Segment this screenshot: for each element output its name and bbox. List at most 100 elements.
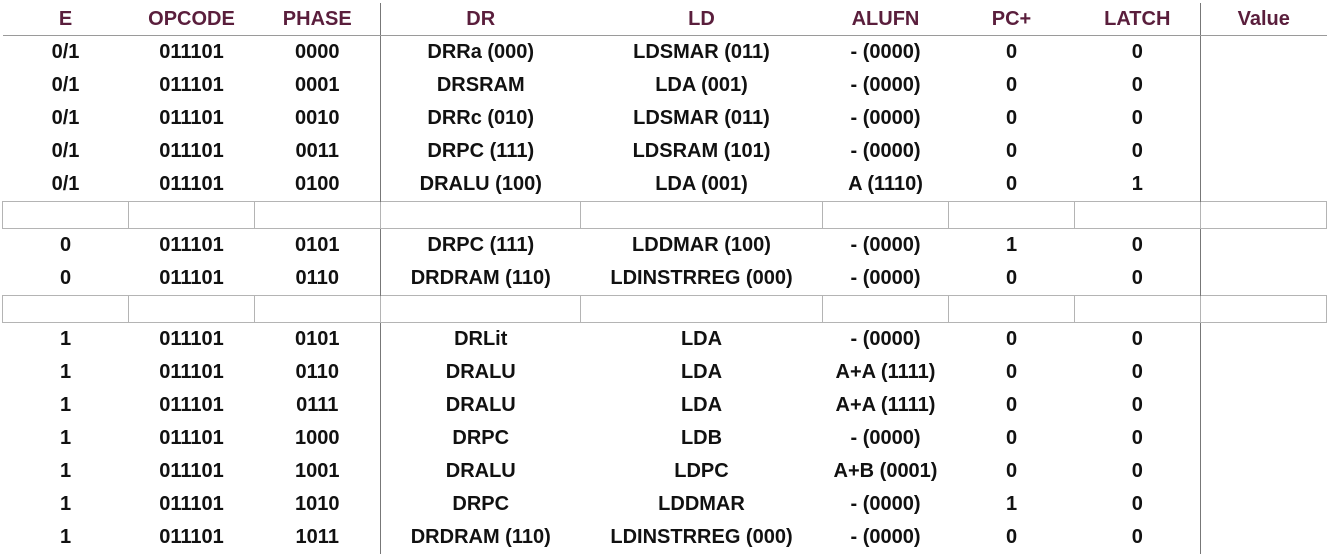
cell-value [1201, 356, 1327, 389]
cell-phase: 0101 [255, 323, 381, 357]
cell-phase: 0110 [255, 262, 381, 296]
cell-dr: DRRc (010) [381, 102, 581, 135]
cell-opcode: 011101 [129, 323, 255, 357]
cell-ld: LDA (001) [581, 168, 823, 202]
cell-alufn: - (0000) [823, 69, 949, 102]
cell-value [1201, 262, 1327, 296]
cell-opcode: 011101 [129, 262, 255, 296]
cell-phase: 0001 [255, 69, 381, 102]
cell-phase: 0100 [255, 168, 381, 202]
cell-value [1201, 422, 1327, 455]
cell-alufn: A (1110) [823, 168, 949, 202]
cell-value [1201, 229, 1327, 263]
cell-phase: 0110 [255, 356, 381, 389]
cell-alufn: - (0000) [823, 323, 949, 357]
cell-dr: DRDRAM (110) [381, 521, 581, 554]
cell-alufn: A+B (0001) [823, 455, 949, 488]
cell-opcode: 011101 [129, 69, 255, 102]
separator-cell [1075, 296, 1201, 323]
cell-alufn: - (0000) [823, 521, 949, 554]
header-latch: LATCH [1075, 3, 1201, 36]
cell-value [1201, 389, 1327, 422]
separator-cell [1075, 202, 1201, 229]
cell-ld: LDDMAR [581, 488, 823, 521]
cell-alufn: A+A (1111) [823, 356, 949, 389]
microcode-table: E OPCODE PHASE DR LD ALUFN PC+ LATCH Val… [2, 3, 1327, 554]
cell-ld: LDA [581, 323, 823, 357]
cell-e: 0 [3, 262, 129, 296]
cell-value [1201, 488, 1327, 521]
cell-ld: LDA [581, 389, 823, 422]
cell-latch: 0 [1075, 229, 1201, 263]
table-row: 10111011011DRDRAM (110)LDINSTRREG (000)-… [3, 521, 1327, 554]
cell-ld: LDINSTRREG (000) [581, 262, 823, 296]
cell-dr: DRPC (111) [381, 229, 581, 263]
cell-ld: LDSMAR (011) [581, 102, 823, 135]
table-row: 0/10111010011DRPC (111)LDSRAM (101)- (00… [3, 135, 1327, 168]
cell-alufn: - (0000) [823, 488, 949, 521]
table-row: 10111011010DRPCLDDMAR- (0000)10 [3, 488, 1327, 521]
header-dr: DR [381, 3, 581, 36]
cell-latch: 0 [1075, 488, 1201, 521]
cell-latch: 0 [1075, 521, 1201, 554]
cell-ld: LDA [581, 356, 823, 389]
cell-phase: 0111 [255, 389, 381, 422]
cell-alufn: A+A (1111) [823, 389, 949, 422]
cell-dr: DRALU [381, 389, 581, 422]
cell-value [1201, 521, 1327, 554]
cell-pc-plus: 0 [949, 36, 1075, 70]
cell-pc-plus: 0 [949, 455, 1075, 488]
cell-value [1201, 36, 1327, 70]
cell-phase: 0101 [255, 229, 381, 263]
separator-cell [949, 296, 1075, 323]
separator-cell [3, 202, 129, 229]
cell-latch: 0 [1075, 323, 1201, 357]
cell-latch: 0 [1075, 36, 1201, 70]
cell-value [1201, 455, 1327, 488]
header-ld: LD [581, 3, 823, 36]
cell-ld: LDPC [581, 455, 823, 488]
header-phase: PHASE [255, 3, 381, 36]
cell-pc-plus: 0 [949, 389, 1075, 422]
header-alufn: ALUFN [823, 3, 949, 36]
cell-e: 0/1 [3, 168, 129, 202]
cell-pc-plus: 0 [949, 422, 1075, 455]
cell-e: 1 [3, 356, 129, 389]
cell-dr: DRALU (100) [381, 168, 581, 202]
cell-phase: 1011 [255, 521, 381, 554]
header-value: Value [1201, 3, 1327, 36]
cell-pc-plus: 1 [949, 488, 1075, 521]
cell-ld: LDA (001) [581, 69, 823, 102]
cell-ld: LDINSTRREG (000) [581, 521, 823, 554]
cell-ld: LDSRAM (101) [581, 135, 823, 168]
cell-latch: 0 [1075, 455, 1201, 488]
table-row: 00111010101DRPC (111)LDDMAR (100)- (0000… [3, 229, 1327, 263]
cell-alufn: - (0000) [823, 262, 949, 296]
cell-value [1201, 135, 1327, 168]
cell-alufn: - (0000) [823, 36, 949, 70]
cell-pc-plus: 0 [949, 323, 1075, 357]
cell-alufn: - (0000) [823, 422, 949, 455]
header-pc-plus: PC+ [949, 3, 1075, 36]
separator-cell [823, 296, 949, 323]
cell-e: 0/1 [3, 102, 129, 135]
cell-latch: 1 [1075, 168, 1201, 202]
separator-cell [381, 202, 581, 229]
cell-latch: 0 [1075, 262, 1201, 296]
cell-e: 1 [3, 422, 129, 455]
cell-opcode: 011101 [129, 521, 255, 554]
cell-dr: DRPC [381, 488, 581, 521]
cell-alufn: - (0000) [823, 229, 949, 263]
cell-dr: DRRa (000) [381, 36, 581, 70]
cell-opcode: 011101 [129, 229, 255, 263]
separator-cell [949, 202, 1075, 229]
separator-cell [129, 296, 255, 323]
table-row: 10111011001DRALULDPCA+B (0001)00 [3, 455, 1327, 488]
header-e: E [3, 3, 129, 36]
cell-phase: 0011 [255, 135, 381, 168]
cell-pc-plus: 0 [949, 168, 1075, 202]
separator-cell [129, 202, 255, 229]
cell-latch: 0 [1075, 69, 1201, 102]
cell-pc-plus: 0 [949, 135, 1075, 168]
cell-alufn: - (0000) [823, 135, 949, 168]
